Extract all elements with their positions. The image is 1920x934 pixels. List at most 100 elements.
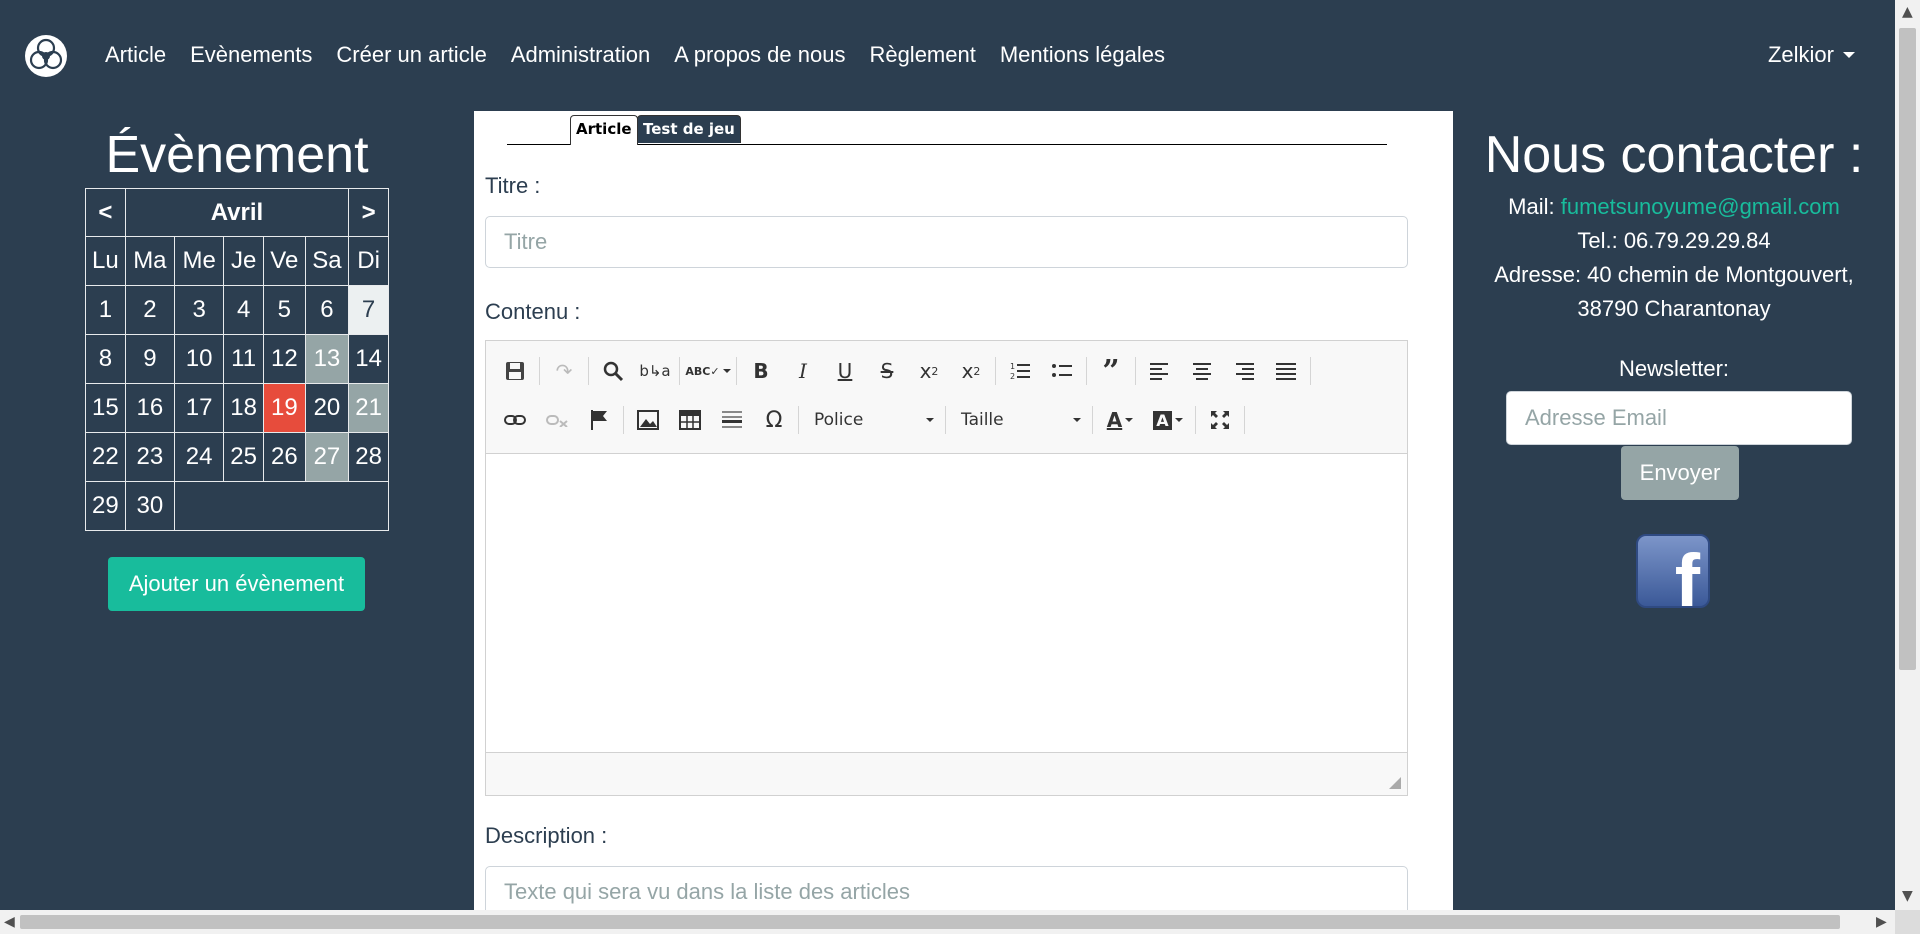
- maximize-icon[interactable]: [1199, 402, 1241, 438]
- link-icon[interactable]: [494, 402, 536, 438]
- align-right-icon[interactable]: [1223, 353, 1265, 389]
- calendar-day[interactable]: 6: [304, 285, 350, 335]
- special-char-icon[interactable]: Ω: [753, 402, 795, 438]
- calendar-day[interactable]: 27: [304, 432, 350, 482]
- calendar-day[interactable]: 23: [124, 432, 176, 482]
- editor-content-area[interactable]: [486, 454, 1407, 754]
- weekday-label: Ve: [263, 236, 306, 286]
- bold-icon[interactable]: B: [740, 353, 782, 389]
- strikethrough-icon[interactable]: S: [866, 353, 908, 389]
- mail-link[interactable]: fumetsunoyume@gmail.com: [1561, 194, 1840, 219]
- calendar-day[interactable]: 19: [263, 383, 306, 433]
- horizontal-scrollbar[interactable]: ◀ ▶: [0, 910, 1895, 934]
- align-left-icon[interactable]: [1139, 353, 1181, 389]
- underline-icon[interactable]: U: [824, 353, 866, 389]
- calendar-day[interactable]: 2: [124, 285, 176, 335]
- subscript-icon[interactable]: x2: [908, 353, 950, 389]
- align-center-icon[interactable]: [1181, 353, 1223, 389]
- bullet-list-icon[interactable]: [1041, 353, 1083, 389]
- calendar-day[interactable]: 29: [85, 481, 126, 531]
- calendar-day[interactable]: 4: [223, 285, 264, 335]
- calendar-day[interactable]: 1: [85, 285, 126, 335]
- font-select-label: Police: [814, 410, 864, 430]
- calendar-day[interactable]: 30: [124, 481, 176, 531]
- newsletter-email-input[interactable]: Adresse Email: [1506, 391, 1852, 445]
- font-select[interactable]: Police: [802, 402, 942, 438]
- calendar-day[interactable]: 3: [173, 285, 225, 335]
- numbered-list-icon[interactable]: 12: [999, 353, 1041, 389]
- unlink-icon[interactable]: [536, 402, 578, 438]
- horizontal-scroll-thumb[interactable]: [20, 915, 1840, 929]
- calendar-day[interactable]: 9: [124, 334, 176, 384]
- article-form: Article Test de jeu Titre : Titre Conten…: [474, 111, 1453, 910]
- resize-grip-icon[interactable]: [1389, 777, 1401, 789]
- table-icon[interactable]: [669, 402, 711, 438]
- calendar-day[interactable]: 7: [348, 285, 389, 335]
- nav-link-administration[interactable]: Administration: [511, 40, 650, 70]
- calendar-empty-cell: [174, 481, 389, 531]
- calendar-day[interactable]: 15: [85, 383, 126, 433]
- user-menu[interactable]: Zelkior: [1768, 40, 1855, 70]
- events-title: Évènement: [105, 126, 369, 184]
- redo-icon[interactable]: ↷: [543, 353, 585, 389]
- calendar-day[interactable]: 26: [263, 432, 306, 482]
- scroll-down-icon[interactable]: ▼: [1902, 886, 1913, 906]
- vertical-scroll-thumb[interactable]: [1899, 28, 1916, 670]
- spellcheck-icon[interactable]: ABC✓: [683, 353, 733, 389]
- calendar-day[interactable]: 22: [85, 432, 126, 482]
- calendar-day[interactable]: 18: [223, 383, 264, 433]
- title-input[interactable]: Titre: [485, 216, 1408, 268]
- calendar-day[interactable]: 21: [348, 383, 389, 433]
- calendar-prev-button[interactable]: <: [85, 188, 126, 237]
- calendar-day[interactable]: 28: [348, 432, 389, 482]
- anchor-flag-icon[interactable]: [578, 402, 620, 438]
- calendar-day[interactable]: 10: [173, 334, 225, 384]
- replace-icon[interactable]: b↳a: [634, 353, 676, 389]
- calendar-day[interactable]: 11: [223, 334, 264, 384]
- add-event-button[interactable]: Ajouter un évènement: [108, 557, 365, 611]
- logo-icon[interactable]: [24, 34, 68, 78]
- nav-link-a-propos[interactable]: A propos de nous: [674, 40, 845, 70]
- calendar-next-button[interactable]: >: [348, 188, 389, 237]
- size-select[interactable]: Taille: [949, 402, 1089, 438]
- nav-link-evenements[interactable]: Evènements: [190, 40, 312, 70]
- blockquote-icon[interactable]: ”: [1090, 353, 1132, 389]
- calendar-day[interactable]: 14: [348, 334, 389, 384]
- text-color-icon[interactable]: A: [1096, 402, 1144, 438]
- scrollbar-corner: [1895, 910, 1920, 934]
- nav-link-creer-article[interactable]: Créer un article: [336, 40, 486, 70]
- navbar: Article Evènements Créer un article Admi…: [0, 0, 1895, 110]
- justify-icon[interactable]: [1265, 353, 1307, 389]
- calendar-day[interactable]: 17: [173, 383, 225, 433]
- newsletter-send-button[interactable]: Envoyer: [1621, 446, 1739, 500]
- search-icon[interactable]: [592, 353, 634, 389]
- vertical-scrollbar[interactable]: ▲ ▼: [1895, 0, 1920, 910]
- nav-link-reglement[interactable]: Règlement: [869, 40, 975, 70]
- scroll-up-icon[interactable]: ▲: [1902, 2, 1913, 22]
- calendar-day[interactable]: 12: [263, 334, 306, 384]
- description-input[interactable]: Texte qui sera vu dans la liste des arti…: [485, 866, 1408, 910]
- image-icon[interactable]: [627, 402, 669, 438]
- horizontal-rule-icon[interactable]: [711, 402, 753, 438]
- calendar-day[interactable]: 24: [173, 432, 225, 482]
- calendar-day[interactable]: 20: [304, 383, 350, 433]
- contact-title: Nous contacter :: [1484, 126, 1864, 184]
- scroll-left-icon[interactable]: ◀: [4, 912, 15, 932]
- background-color-icon[interactable]: A: [1144, 402, 1192, 438]
- tab-test-de-jeu[interactable]: Test de jeu: [637, 115, 741, 143]
- calendar-day[interactable]: 13: [304, 334, 350, 384]
- calendar-day[interactable]: 5: [263, 285, 306, 335]
- tab-article[interactable]: Article: [570, 115, 638, 145]
- nav-link-mentions-legales[interactable]: Mentions légales: [1000, 40, 1165, 70]
- nav-link-article[interactable]: Article: [105, 40, 166, 70]
- svg-text:2: 2: [1010, 372, 1015, 381]
- calendar-day[interactable]: 8: [85, 334, 126, 384]
- scroll-right-icon[interactable]: ▶: [1876, 912, 1887, 932]
- calendar-day[interactable]: 25: [223, 432, 264, 482]
- superscript-icon[interactable]: x2: [950, 353, 992, 389]
- weekday-label: Lu: [85, 236, 126, 286]
- facebook-icon[interactable]: f: [1636, 534, 1710, 608]
- calendar-day[interactable]: 16: [124, 383, 176, 433]
- italic-icon[interactable]: I: [782, 353, 824, 389]
- save-icon[interactable]: [494, 353, 536, 389]
